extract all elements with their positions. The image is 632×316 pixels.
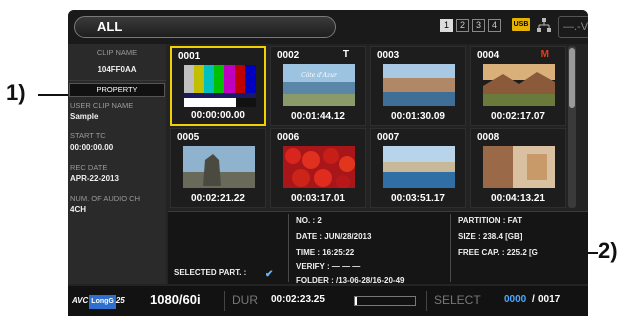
thumbnail-0007[interactable]: 0007 00:03:51.17 [370, 128, 466, 208]
callout-1-line [38, 94, 68, 96]
clip-time-value: TIME : 16:25:22 [296, 248, 355, 257]
scrollbar-thumb[interactable] [569, 48, 575, 108]
statue-image [183, 146, 255, 188]
clip-number: 0001 [178, 51, 201, 62]
thumbnail-0006[interactable]: 0006 00:03:17.01 [270, 128, 366, 208]
size-value: SIZE : 238.4 [GB] [458, 232, 523, 241]
clip-timecode: 00:04:13.21 [491, 193, 545, 204]
partition-value: PARTITION : FAT [458, 216, 523, 225]
duration-value: 00:02:23.25 [271, 294, 325, 305]
mountains-image [483, 64, 555, 106]
user-clip-name-label: USER CLIP NAME [70, 101, 134, 110]
num-audio-ch-label: NUM. OF AUDIO CH [70, 194, 141, 203]
clip-number: 0008 [477, 132, 500, 143]
coast-image: Côte d'Azur [283, 64, 355, 106]
clip-number: 0003 [377, 50, 400, 61]
clip-name-value: 104FF0AA [97, 65, 137, 74]
thumbnail-0003[interactable]: 0003 00:01:30.09 [370, 46, 466, 126]
clip-name-label: CLIP NAME [96, 48, 138, 57]
callout-1-label: 1) [6, 80, 26, 105]
property-button[interactable]: PROPERTY [69, 83, 165, 97]
selected-count: 0000 [504, 294, 527, 305]
thumbnail-0002[interactable]: 0002 T Côte d'Azur 00:01:44.12 [270, 46, 366, 126]
shot-mark-flag: M [540, 49, 549, 60]
selected-part-label: SELECTED PART. : [174, 268, 247, 277]
duration-progress-fill [355, 297, 357, 305]
num-audio-ch-value: 4CH [70, 205, 87, 214]
network-icon [537, 18, 551, 32]
clip-number: 0005 [177, 132, 200, 143]
thumbnail-0008[interactable]: 0008 00:04:13.21 [470, 128, 566, 208]
start-tc-value: 00:00:00.00 [70, 143, 114, 152]
clip-number: 0004 [477, 50, 500, 61]
check-icon: ✔ [265, 269, 274, 280]
tomatoes-image [283, 146, 355, 188]
divider [224, 291, 225, 311]
thumbnail-grid: 0001 00:00:00.00 0002 T Côte d'Azur 00:0… [168, 44, 568, 210]
clip-number: 0006 [277, 132, 300, 143]
video-format: 1080/60i [150, 292, 201, 307]
clip-timecode: 00:01:30.09 [391, 111, 445, 122]
clip-number: 0007 [377, 132, 400, 143]
slot-2-icon: 2 [456, 19, 469, 32]
bay-image [383, 146, 455, 188]
start-tc-label: START TC [70, 131, 106, 140]
slot-4-icon: 4 [488, 19, 501, 32]
rec-date-label: REC DATE [70, 163, 108, 172]
slot-3-icon: 3 [472, 19, 485, 32]
thumbnail-0004[interactable]: 0004 M 00:02:17.07 [470, 46, 566, 126]
duration-label: DUR [232, 293, 258, 307]
codec-rate: 25 [115, 296, 125, 305]
callout-2-label: 2) [598, 238, 618, 263]
clip-no-value: NO. : 2 [296, 216, 322, 225]
top-bar: ALL 1 2 3 4 USB —.-V [68, 10, 588, 44]
clip-timecode: 00:02:17.07 [491, 111, 545, 122]
clip-timecode: 00:03:17.01 [291, 193, 345, 204]
divider [68, 80, 166, 81]
user-clip-name-value: Sample [70, 112, 99, 121]
device-screen: ALL 1 2 3 4 USB —.-V CLIP NAME 104FF0AA … [68, 10, 588, 316]
thumbnail-0001[interactable]: 0001 00:00:00.00 [170, 46, 266, 126]
status-bar: AVC LongG 25 1080/60i DUR 00:02:23.25 SELE… [68, 286, 588, 316]
properties-info-panel: SELECTED PART. : ✔ NO. : 2 DATE : JUN/28… [168, 211, 588, 285]
caption-text: Côte d'Azur [301, 72, 338, 79]
divider [426, 291, 427, 311]
clip-date-value: DATE : JUN/28/2013 [296, 232, 372, 241]
count-separator: / [532, 294, 535, 305]
usb-icon: USB [512, 18, 530, 31]
rec-date-value: APR-22-2013 [70, 174, 119, 183]
clip-timecode: 00:01:44.12 [291, 111, 345, 122]
thumbnail-0005[interactable]: 0005 00:02:21.22 [170, 128, 266, 208]
text-memo-flag: T [342, 49, 349, 60]
codec-name: AVC [72, 296, 89, 305]
building-image [483, 146, 555, 188]
free-capacity-value: FREE CAP. : 225.2 [G [458, 248, 538, 257]
category-selector[interactable]: ALL [74, 16, 336, 38]
clip-timecode: 00:00:00.00 [191, 110, 245, 121]
clip-number: 0002 [277, 50, 300, 61]
duration-progress-bar [354, 296, 416, 306]
codec-sub: LongG [89, 295, 116, 309]
total-count: 0017 [538, 294, 561, 305]
clip-info-panel: CLIP NAME 104FF0AA PROPERTY USER CLIP NA… [68, 44, 166, 284]
voltage-indicator: —.-V [558, 16, 588, 38]
slot-1-icon: 1 [440, 19, 453, 32]
divider [450, 214, 451, 282]
clip-timecode: 00:03:51.17 [391, 193, 445, 204]
color-bars-image [184, 65, 256, 107]
folder-value: FOLDER : /13-06-28/16-20-49 [296, 276, 405, 285]
divider [288, 214, 289, 282]
select-label: SELECT [434, 293, 481, 307]
codec-badge: AVC LongG 25 [72, 294, 146, 309]
harbor-image [383, 64, 455, 106]
clip-timecode: 00:02:21.22 [191, 193, 245, 204]
verify-value: VERIFY : — — — [296, 262, 361, 271]
